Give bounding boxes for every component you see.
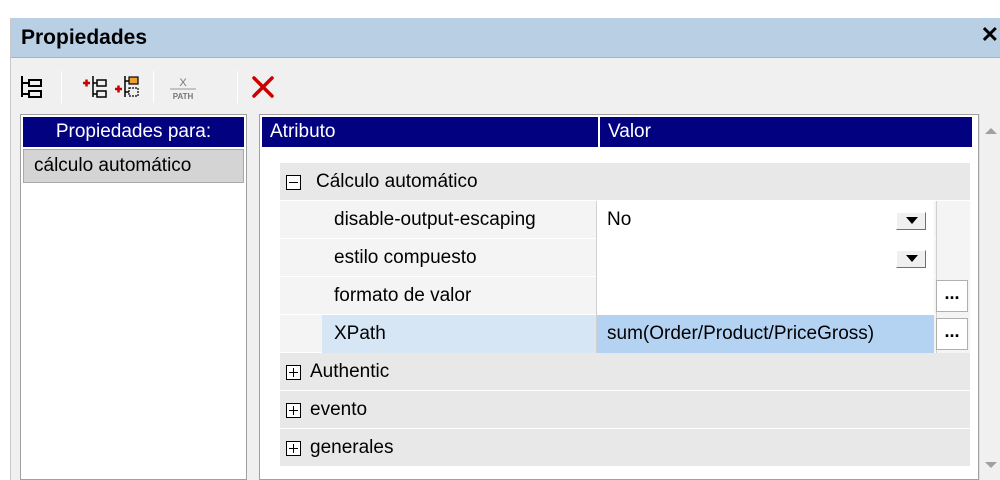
properties-panel: Propiedades ✕ X PATH Propiedades para: c… (10, 18, 1000, 480)
delete-icon[interactable] (249, 73, 277, 101)
table-row[interactable]: estilo compuesto (280, 239, 970, 277)
svg-text:X: X (179, 77, 187, 89)
grid-header: Atributo Valor (262, 117, 972, 147)
properties-for-header: Propiedades para: (23, 117, 244, 147)
vertical-scrollbar[interactable] (979, 114, 1000, 480)
toolbar-separator (237, 71, 238, 103)
value-cell[interactable] (596, 277, 934, 315)
attribute-name: estilo compuesto (334, 247, 477, 268)
dropdown-arrow-icon[interactable] (896, 250, 926, 268)
value-text: sum(Order/Product/PriceGross) (607, 323, 875, 344)
scroll-up-icon[interactable] (985, 128, 997, 134)
table-row-selected[interactable]: XPath sum(Order/Product/PriceGross) ... (280, 315, 970, 353)
attribute-name: formato de valor (334, 285, 472, 306)
group-label: Authentic (310, 361, 390, 382)
add-before-icon[interactable] (81, 73, 109, 101)
panel-splitter[interactable] (249, 114, 259, 480)
group-label: evento (310, 399, 368, 420)
expand-icon[interactable] (286, 441, 301, 456)
close-icon[interactable]: ✕ (981, 22, 999, 48)
title-bar: Propiedades ✕ (11, 18, 1000, 58)
column-header-value[interactable]: Valor (602, 117, 972, 147)
expand-icon[interactable] (286, 403, 301, 418)
attribute-grid: Atributo Valor Cálculo automático disabl… (259, 114, 979, 480)
toolbar-separator (153, 71, 154, 103)
attribute-name: disable-output-escaping (334, 209, 536, 230)
ellipsis-button[interactable]: ... (936, 318, 968, 350)
group-label: Cálculo automático (316, 171, 478, 192)
add-after-icon[interactable] (113, 73, 141, 101)
table-row[interactable]: formato de valor ... (280, 277, 970, 315)
list-item[interactable]: cálculo automático (23, 149, 244, 183)
column-header-attribute[interactable]: Atributo (262, 117, 600, 147)
toolbar: X PATH (11, 59, 1000, 117)
value-cell[interactable]: No (596, 201, 934, 239)
group-label: generales (310, 437, 394, 458)
value-text: No (607, 209, 632, 230)
group-row-evento[interactable]: evento (280, 391, 970, 429)
dropdown-arrow-icon[interactable] (896, 212, 926, 230)
expand-icon[interactable] (286, 365, 301, 380)
value-cell[interactable] (596, 239, 934, 277)
row-extra-cell (936, 239, 970, 277)
xpath-icon-label: PATH (173, 92, 194, 101)
attribute-name: XPath (322, 315, 596, 353)
xpath-icon[interactable]: X PATH (167, 73, 199, 101)
ellipsis-button[interactable]: ... (936, 280, 968, 312)
table-row[interactable]: disable-output-escaping No (280, 201, 970, 239)
tree-layout-icon[interactable] (17, 73, 45, 101)
scroll-down-icon[interactable] (985, 462, 997, 468)
properties-for-list: Propiedades para: cálculo automático (20, 114, 247, 480)
toolbar-separator (61, 71, 62, 103)
value-cell[interactable]: sum(Order/Product/PriceGross) (596, 315, 934, 353)
panel-title: Propiedades (21, 26, 148, 49)
group-row-authentic[interactable]: Authentic (280, 353, 970, 391)
group-row-generales[interactable]: generales (280, 429, 970, 467)
group-row-calc[interactable]: Cálculo automático (280, 163, 970, 201)
row-extra-cell (936, 201, 970, 239)
collapse-icon[interactable] (286, 175, 301, 190)
